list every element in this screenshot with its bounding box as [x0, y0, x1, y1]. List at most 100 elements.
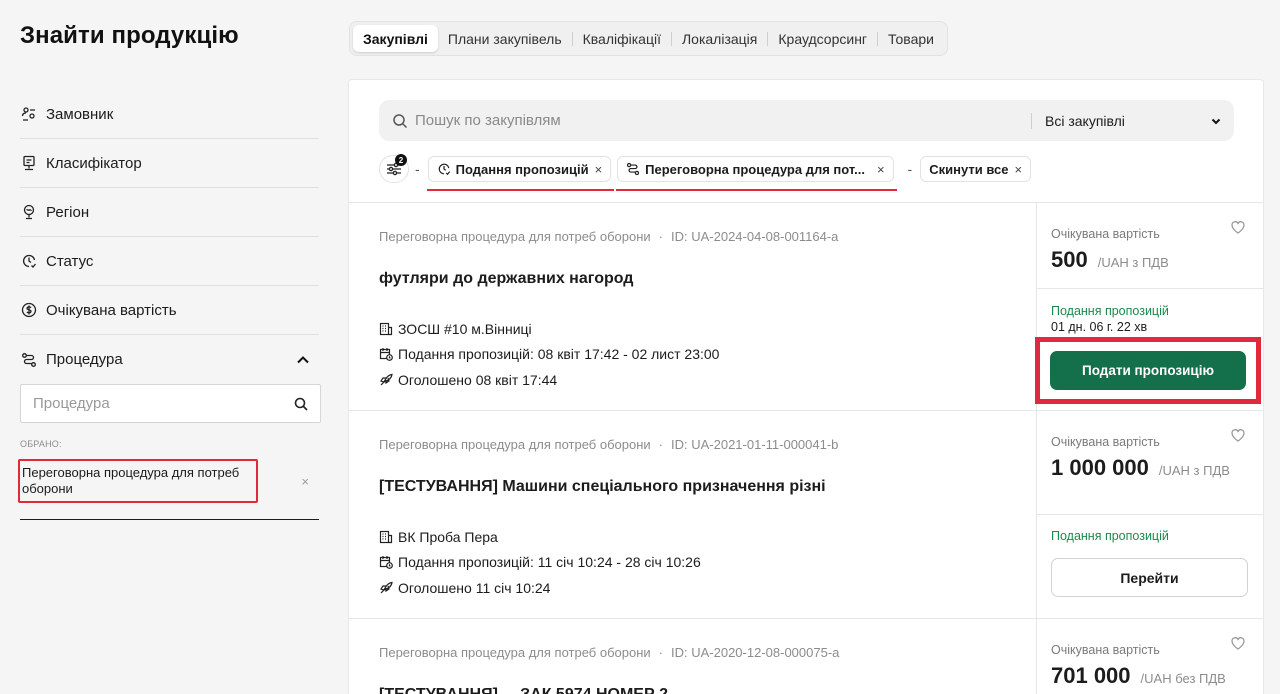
- results-panel: Всі закупівлі 2 - Подання пропозицій × П…: [348, 79, 1264, 694]
- procurement-type-select[interactable]: Всі закупівлі: [1032, 113, 1234, 129]
- search-input[interactable]: [415, 112, 1025, 129]
- tender-meta: Переговорна процедура для потреб оборони…: [379, 645, 1029, 660]
- value-unit: /UAH без ПДВ: [1140, 671, 1226, 686]
- value-label: Очікувана вартість: [1051, 227, 1160, 241]
- chip-remove-icon[interactable]: ×: [595, 162, 603, 177]
- meta-dot: ·: [658, 229, 663, 244]
- value-label: Очікувана вартість: [1051, 435, 1160, 449]
- chip-label: Подання пропозицій: [455, 161, 589, 177]
- tender-item[interactable]: Переговорна процедура для потреб оборони…: [379, 645, 1029, 694]
- announced-text: Оголошено 08 квіт 17:44: [398, 371, 558, 388]
- remove-chosen-button[interactable]: ×: [301, 474, 309, 489]
- announced-text: Оголошено 11 січ 10:24: [398, 579, 551, 596]
- divider: [1037, 288, 1263, 289]
- search-icon[interactable]: [294, 397, 308, 411]
- filter-count-badge: 2: [395, 154, 407, 166]
- procedure-icon: [20, 351, 38, 369]
- tender-procedure: Переговорна процедура для потреб оборони: [379, 645, 651, 660]
- tender-title[interactable]: футляри до державних нагород: [379, 270, 1029, 288]
- tender-period: Подання пропозицій: 11 січ 10:24 - 28 сі…: [379, 550, 1029, 576]
- divider: [349, 202, 1263, 203]
- tender-value: Очікувана вартість 701 000 /UAH без ПДВ: [1051, 643, 1251, 689]
- tender-title[interactable]: [ТЕСТУВАННЯ] Машини спеціального признач…: [379, 478, 1029, 496]
- tender-buyer: ВК Проба Пера: [379, 524, 1029, 550]
- chevron-down-icon: [1210, 115, 1222, 127]
- status-label: Подання пропозицій: [1051, 529, 1169, 543]
- value-amount: 1 000 000: [1051, 455, 1149, 480]
- rocket-icon: [379, 581, 393, 595]
- tender-buyer: ЗОСШ #10 м.Вінниці: [379, 316, 1029, 342]
- period-text: Подання пропозицій: 08 квіт 17:42 - 02 л…: [398, 346, 720, 363]
- tender-meta: Переговорна процедура для потреб оборони…: [379, 437, 1029, 452]
- divider: [1037, 514, 1263, 515]
- tender-status: Подання пропозицій 01 дн. 06 г. 22 хв: [1051, 304, 1251, 334]
- submit-highlight: Подати пропозицію: [1035, 337, 1261, 404]
- status-label: Подання пропозицій: [1051, 304, 1169, 318]
- filter-classifier[interactable]: Класифікатор: [20, 139, 319, 188]
- filter-procedure[interactable]: Процедура: [20, 335, 319, 384]
- tab-procurement-plans[interactable]: Плани закупівель: [438, 25, 572, 52]
- submit-proposal-button[interactable]: Подати пропозицію: [1050, 351, 1246, 390]
- page-title: Знайти продукцію: [20, 22, 239, 49]
- search-icon: [391, 112, 409, 130]
- divider: [1036, 203, 1037, 694]
- status-icon: [20, 252, 38, 270]
- tab-localization[interactable]: Локалізація: [672, 25, 767, 52]
- classifier-icon: [20, 154, 38, 172]
- tender-id: ID: UA-2020-12-08-000075-a: [671, 645, 840, 660]
- building-icon: [379, 322, 393, 336]
- filter-chip-status[interactable]: Подання пропозицій ×: [426, 156, 614, 191]
- filter-chip-procedure[interactable]: Переговорна процедура для пот... ×: [616, 156, 897, 191]
- procedure-search-field[interactable]: [20, 384, 321, 423]
- calendar-clock-icon: [379, 347, 393, 362]
- tab-qualifications[interactable]: Кваліфікації: [573, 25, 671, 52]
- calendar-clock-icon: [379, 555, 393, 570]
- section-tabs: Закупівлі Плани закупівель Кваліфікації …: [349, 21, 948, 56]
- filter-toggle-button[interactable]: 2: [379, 154, 409, 183]
- open-tender-button[interactable]: Перейти: [1051, 558, 1248, 597]
- chosen-item: Переговорна процедура для потреб оборони…: [18, 459, 319, 520]
- tender-period: Подання пропозицій: 08 квіт 17:42 - 02 л…: [379, 342, 1029, 368]
- period-text: Подання пропозицій: 11 січ 10:24 - 28 сі…: [398, 554, 701, 571]
- filter-customer[interactable]: Замовник: [20, 90, 319, 139]
- filter-label: Процедура: [46, 351, 123, 368]
- money-icon: [20, 301, 38, 319]
- chip-remove-icon[interactable]: ×: [877, 162, 885, 177]
- building-icon: [379, 530, 393, 544]
- tender-announced: Оголошено 08 квіт 17:44: [379, 367, 1029, 393]
- procedure-icon: [626, 162, 640, 176]
- filter-expected-value[interactable]: Очікувана вартість: [20, 286, 319, 335]
- region-icon: [20, 203, 38, 221]
- value-label: Очікувана вартість: [1051, 643, 1160, 657]
- tender-status: Подання пропозицій: [1051, 529, 1251, 543]
- tender-item[interactable]: Переговорна процедура для потреб оборони…: [379, 437, 1029, 601]
- buyer-name: ВК Проба Пера: [398, 528, 498, 545]
- chip-remove-icon[interactable]: ×: [1014, 162, 1022, 177]
- chevron-up-icon[interactable]: [296, 353, 310, 367]
- separator-dash: -: [415, 161, 420, 177]
- chosen-value: Переговорна процедура для потреб оборони: [18, 459, 258, 503]
- tender-value: Очікувана вартість 1 000 000 /UAH з ПДВ: [1051, 435, 1251, 481]
- status-icon: [437, 162, 451, 176]
- tab-crowdsourcing[interactable]: Краудсорсинг: [768, 25, 877, 52]
- reset-all-chip[interactable]: Скинути все ×: [920, 156, 1032, 182]
- tender-value: Очікувана вартість 500 /UAH з ПДВ: [1051, 227, 1251, 273]
- chosen-label: ОБРАНО:: [20, 439, 62, 449]
- filter-label: Статус: [46, 252, 94, 270]
- tender-procedure: Переговорна процедура для потреб оборони: [379, 229, 651, 244]
- tab-goods[interactable]: Товари: [878, 25, 944, 52]
- active-filters: 2 - Подання пропозицій × Переговорна про…: [379, 152, 1032, 191]
- tender-title[interactable]: [ТЕСТУВАННЯ] ... ЗАК 5974 НОМЕР 2: [379, 686, 1029, 694]
- value-amount: 500: [1051, 247, 1088, 272]
- separator-dash: -: [907, 161, 913, 177]
- filter-region[interactable]: Регіон: [20, 188, 319, 237]
- procedure-search-input[interactable]: [33, 395, 294, 412]
- tender-announced: Оголошено 11 січ 10:24: [379, 575, 1029, 601]
- rocket-icon: [379, 373, 393, 387]
- tab-procurements[interactable]: Закупівлі: [353, 25, 438, 52]
- select-value: Всі закупівлі: [1045, 112, 1125, 129]
- filter-panel: Замовник Класифікатор Регіон Статус Очік…: [18, 90, 321, 520]
- meta-dot: ·: [658, 437, 663, 452]
- tender-item[interactable]: Переговорна процедура для потреб оборони…: [379, 229, 1029, 393]
- filter-status[interactable]: Статус: [20, 237, 319, 286]
